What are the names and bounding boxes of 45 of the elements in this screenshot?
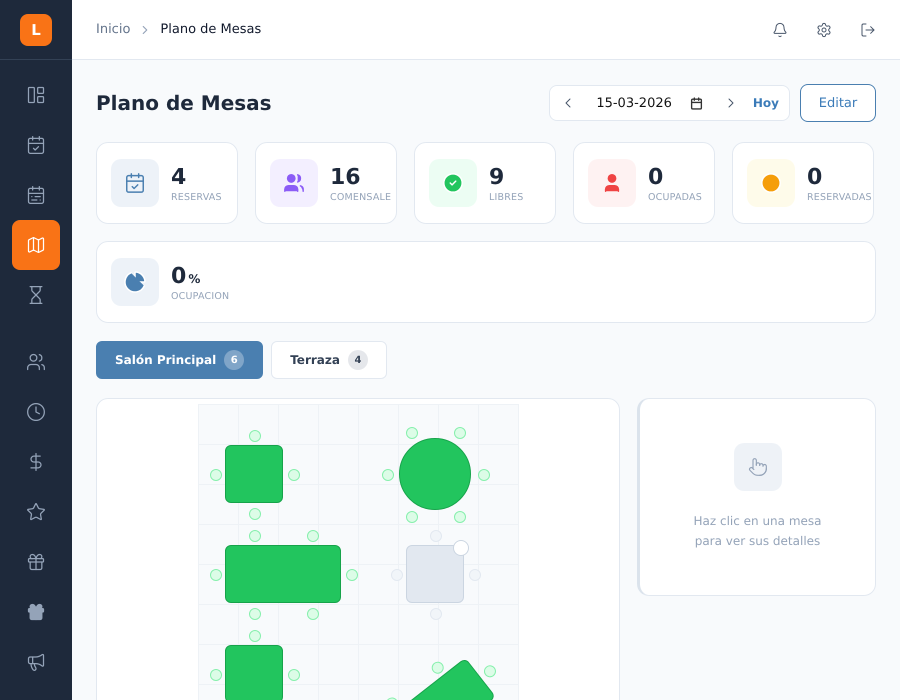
table-drawing[interactable] [208,628,300,700]
today-button[interactable]: Hoy [752,96,779,110]
calendar-icon [26,185,46,205]
count-badge: 4 [348,350,368,370]
stat-value: 0 [807,164,824,192]
count-badge: 6 [224,350,244,370]
edit-button[interactable]: Editar [800,84,876,122]
stat-label: OCUPACION [171,290,230,302]
notifications-button[interactable] [772,22,788,38]
megaphone-icon [26,652,46,672]
star-icon [26,502,46,522]
page-title: Plano de Mesas [96,91,272,115]
stat-value: 0 [648,164,664,192]
clock-icon [26,402,46,422]
stat-label: OCUPADAS [648,192,702,202]
users-icon [26,352,46,372]
zone-tab[interactable]: Terraza 4 [271,341,387,379]
date-field[interactable]: 15-03-2026 [590,96,709,110]
calendar-icon [690,96,703,110]
map-icon [26,235,46,255]
sidebar-item[interactable] [12,220,60,270]
stat-label: RESERVAS [171,192,222,202]
zone-tab[interactable]: Salón Principal 6 [96,341,264,379]
settings-button[interactable] [816,22,832,38]
stat-label: COMENSALE [330,192,392,202]
stat-value: 0 [171,262,186,290]
table-drawing[interactable] [208,528,358,620]
hint-text: Haz clic en una mesa para ver sus detalles [692,513,823,550]
breadcrumb-link[interactable]: Inicio [96,22,130,37]
logo: L [20,14,52,46]
stat-label: RESERVADAS [807,192,872,202]
stat-unit: % [188,272,200,286]
gift-icon [26,552,46,572]
table-drawing[interactable] [208,428,300,520]
breadcrumb-current: Plano de Mesas [160,22,262,37]
gift-icon [26,602,46,622]
stat-value: 16 [330,164,362,192]
stat-label: LIBRES [489,192,524,202]
stat-value: 9 [489,164,506,192]
logout-button[interactable] [860,22,876,38]
dashboard-icon [26,85,46,105]
calendar-check-icon [26,135,46,155]
stat-value: 4 [171,164,188,192]
pointer-hand-icon [748,457,768,477]
pie-chart-icon [123,270,147,294]
